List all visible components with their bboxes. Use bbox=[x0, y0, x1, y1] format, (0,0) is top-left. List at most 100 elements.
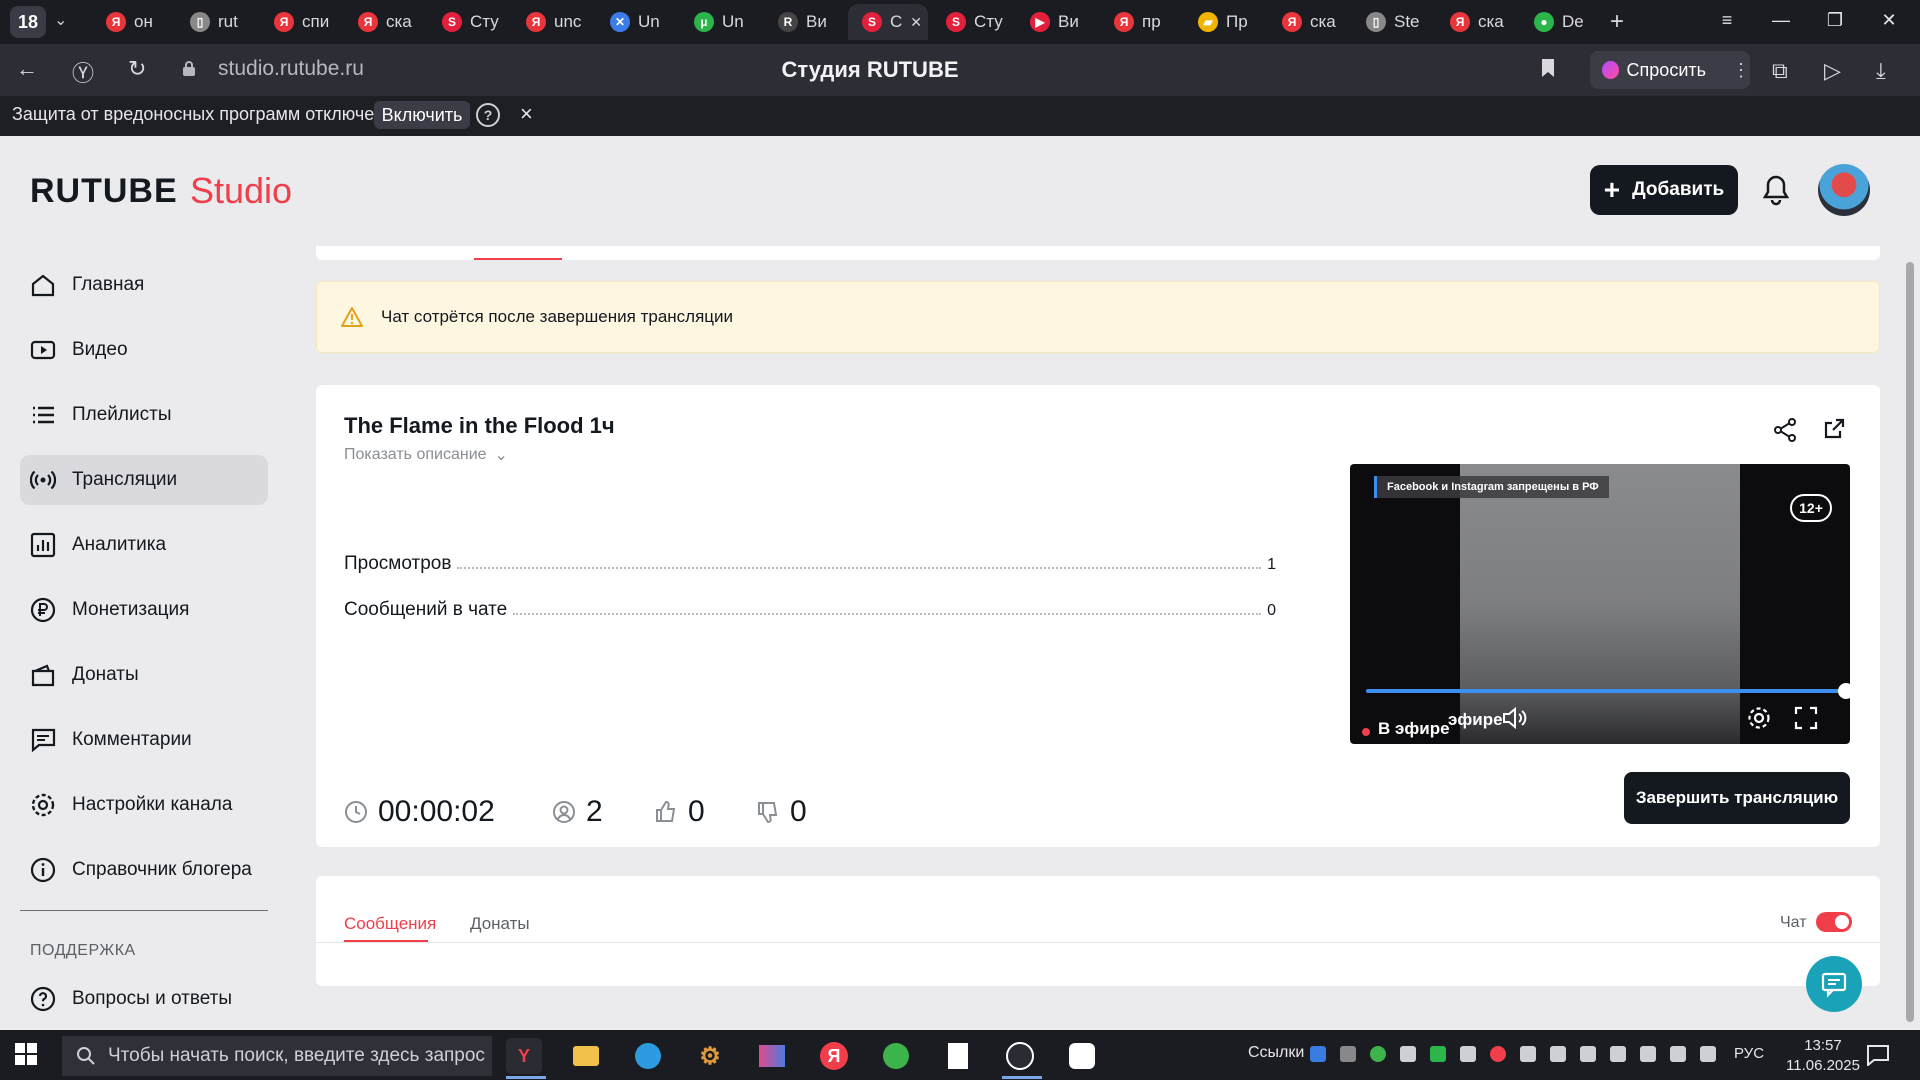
viewers-icon bbox=[553, 801, 575, 823]
extensions-icon[interactable]: ⧉ bbox=[1772, 58, 1788, 84]
share-icon[interactable] bbox=[1772, 417, 1798, 443]
tab-count-button[interactable]: 18 bbox=[10, 6, 46, 38]
browser-tab[interactable]: ▯ rut bbox=[176, 4, 256, 40]
minimize-button[interactable]: — bbox=[1766, 10, 1796, 31]
sidebar-item-ruble[interactable]: Монетизация bbox=[20, 585, 268, 635]
browser-tab[interactable]: Яска bbox=[344, 4, 424, 40]
notifications-icon[interactable] bbox=[1866, 1044, 1890, 1066]
sidebar-item-home[interactable]: Главная bbox=[20, 260, 268, 310]
browser-tab[interactable]: S Сту bbox=[932, 4, 1012, 40]
browser-tab[interactable]: Яска bbox=[1436, 4, 1516, 40]
settings-icon[interactable] bbox=[1746, 705, 1772, 731]
media-icon[interactable]: ▷ bbox=[1824, 58, 1841, 84]
browser-tab[interactable]: µ Un bbox=[680, 4, 760, 40]
yandex-tray-icon[interactable] bbox=[1490, 1046, 1506, 1062]
game-taskbar-icon[interactable] bbox=[878, 1038, 914, 1074]
chat-toggle[interactable] bbox=[1816, 912, 1852, 932]
windows-start-icon[interactable] bbox=[14, 1042, 38, 1066]
close-tab-icon[interactable]: ✕ bbox=[910, 14, 922, 31]
browser-tab[interactable]: ✕ Un bbox=[596, 4, 676, 40]
sidebar-item-video[interactable]: Видео bbox=[20, 325, 268, 375]
sidebar-item-playlist[interactable]: Плейлисты bbox=[20, 390, 268, 440]
bell-icon[interactable] bbox=[1762, 174, 1790, 206]
wifi-tray-icon[interactable] bbox=[1580, 1046, 1596, 1062]
browser-tab[interactable]: ▶ Ви bbox=[1016, 4, 1096, 40]
browser-tab[interactable]: S Сту bbox=[428, 4, 508, 40]
battery-tray-icon[interactable] bbox=[1550, 1046, 1566, 1062]
yandex-browser-taskbar-icon[interactable]: Y bbox=[506, 1038, 542, 1074]
browser-tab[interactable]: Япр bbox=[1100, 4, 1180, 40]
browser-tab[interactable]: Яска bbox=[1268, 4, 1348, 40]
tray-links-label[interactable]: Ссылки bbox=[1248, 1044, 1304, 1062]
settings-taskbar-icon[interactable]: ⚙ bbox=[692, 1038, 728, 1074]
browser-menu-icon[interactable]: ≡ bbox=[1712, 10, 1742, 31]
language-indicator[interactable]: РУС bbox=[1734, 1045, 1764, 1062]
yandex-taskbar-icon[interactable]: Я bbox=[816, 1038, 852, 1074]
sidebar-item-gear[interactable]: Настройки канала bbox=[20, 780, 268, 830]
browser-tab[interactable]: ▯ Ste bbox=[1352, 4, 1432, 40]
enable-protection-button[interactable]: Включить bbox=[374, 101, 470, 129]
download-icon[interactable]: ⤓ bbox=[1876, 58, 1886, 84]
close-icon[interactable]: × bbox=[520, 101, 533, 127]
ask-alice-button[interactable]: Спросить ⋮ bbox=[1590, 51, 1750, 89]
browser-tab[interactable]: ● De bbox=[1520, 4, 1600, 40]
browser-tab[interactable]: ▰ Пр bbox=[1184, 4, 1264, 40]
avatar[interactable] bbox=[1818, 164, 1870, 216]
browser-tab[interactable]: Яunc bbox=[512, 4, 592, 40]
network-share-tray-icon[interactable] bbox=[1460, 1046, 1476, 1062]
player-progress-thumb[interactable] bbox=[1838, 683, 1850, 699]
sidebar-item-analytics[interactable]: Аналитика bbox=[20, 520, 268, 570]
download-manager-taskbar-icon[interactable] bbox=[630, 1038, 666, 1074]
show-description-link[interactable]: Показать описание ⌄ bbox=[344, 445, 508, 465]
external-link-icon[interactable] bbox=[1822, 417, 1846, 441]
game-tray-icon[interactable] bbox=[1370, 1046, 1386, 1062]
media-taskbar-icon[interactable] bbox=[754, 1038, 790, 1074]
volume-icon[interactable] bbox=[1502, 706, 1530, 730]
browser-tab[interactable]: Яон bbox=[92, 4, 172, 40]
close-window-button[interactable]: ✕ bbox=[1874, 10, 1904, 31]
sidebar-item-info[interactable]: Справочник блогера bbox=[20, 845, 268, 895]
steam-tray-icon[interactable] bbox=[1310, 1046, 1326, 1062]
utorrent-tray-icon[interactable] bbox=[1430, 1046, 1446, 1062]
sidebar-item-comment[interactable]: Комментарии bbox=[20, 715, 268, 765]
browser-tab[interactable]: Яспи bbox=[260, 4, 340, 40]
video-player[interactable]: Facebook и Instagram запрещены в РФ 12+ … bbox=[1350, 464, 1850, 744]
browser-tab[interactable]: R Ви bbox=[764, 4, 844, 40]
taskbar-search[interactable]: Чтобы начать поиск, введите здесь запрос bbox=[62, 1036, 492, 1076]
support-chat-button[interactable] bbox=[1806, 956, 1862, 1012]
speaker-tray-icon[interactable] bbox=[1700, 1046, 1716, 1062]
stat-value: 0 bbox=[1267, 602, 1276, 619]
defender-tray-icon[interactable] bbox=[1520, 1046, 1536, 1062]
sidebar-item-faq[interactable]: Вопросы и ответы bbox=[20, 974, 268, 1024]
sidebar-item-wallet[interactable]: Донаты bbox=[20, 650, 268, 700]
add-button[interactable]: + Добавить bbox=[1590, 165, 1738, 215]
end-stream-button[interactable]: Завершить трансляцию bbox=[1624, 772, 1850, 824]
logo-studio[interactable]: Studio bbox=[190, 170, 292, 212]
obs-taskbar-icon[interactable] bbox=[1002, 1038, 1038, 1074]
capture-tray-icon[interactable] bbox=[1610, 1046, 1626, 1062]
volume-tray-icon[interactable] bbox=[1670, 1046, 1686, 1062]
fullscreen-icon[interactable] bbox=[1794, 706, 1818, 730]
scrollbar-thumb[interactable] bbox=[1906, 262, 1914, 1022]
bookmark-icon[interactable] bbox=[1540, 58, 1556, 78]
tab-list-chevron-icon[interactable]: ⌄ bbox=[54, 10, 67, 30]
document-taskbar-icon[interactable] bbox=[940, 1038, 976, 1074]
sidebar-item-label: Трансляции bbox=[72, 469, 178, 490]
logo-rutube[interactable]: RUTUBE bbox=[30, 172, 178, 211]
capcut-taskbar-icon[interactable] bbox=[1064, 1038, 1100, 1074]
sidebar-item-broadcast[interactable]: Трансляции bbox=[20, 455, 268, 505]
new-tab-button[interactable]: + bbox=[1610, 8, 1624, 36]
tab-messages[interactable]: Сообщения bbox=[344, 914, 436, 934]
tab-donations[interactable]: Донаты bbox=[470, 914, 530, 934]
more-icon[interactable]: ⋮ bbox=[1732, 60, 1750, 81]
help-icon[interactable]: ? bbox=[476, 103, 500, 127]
player-progress-track[interactable] bbox=[1366, 689, 1850, 693]
explorer-taskbar-icon[interactable] bbox=[568, 1038, 604, 1074]
clock[interactable]: 13:57 11.06.2025 bbox=[1786, 1036, 1860, 1076]
maximize-button[interactable]: ❐ bbox=[1820, 10, 1850, 31]
obs-tray-icon[interactable] bbox=[1340, 1046, 1356, 1062]
telegram-tray-icon[interactable] bbox=[1400, 1046, 1416, 1062]
browser-tab[interactable]: S С ✕ bbox=[848, 4, 928, 40]
tab-label: rut bbox=[218, 12, 238, 31]
microphone-tray-icon[interactable] bbox=[1640, 1046, 1656, 1062]
